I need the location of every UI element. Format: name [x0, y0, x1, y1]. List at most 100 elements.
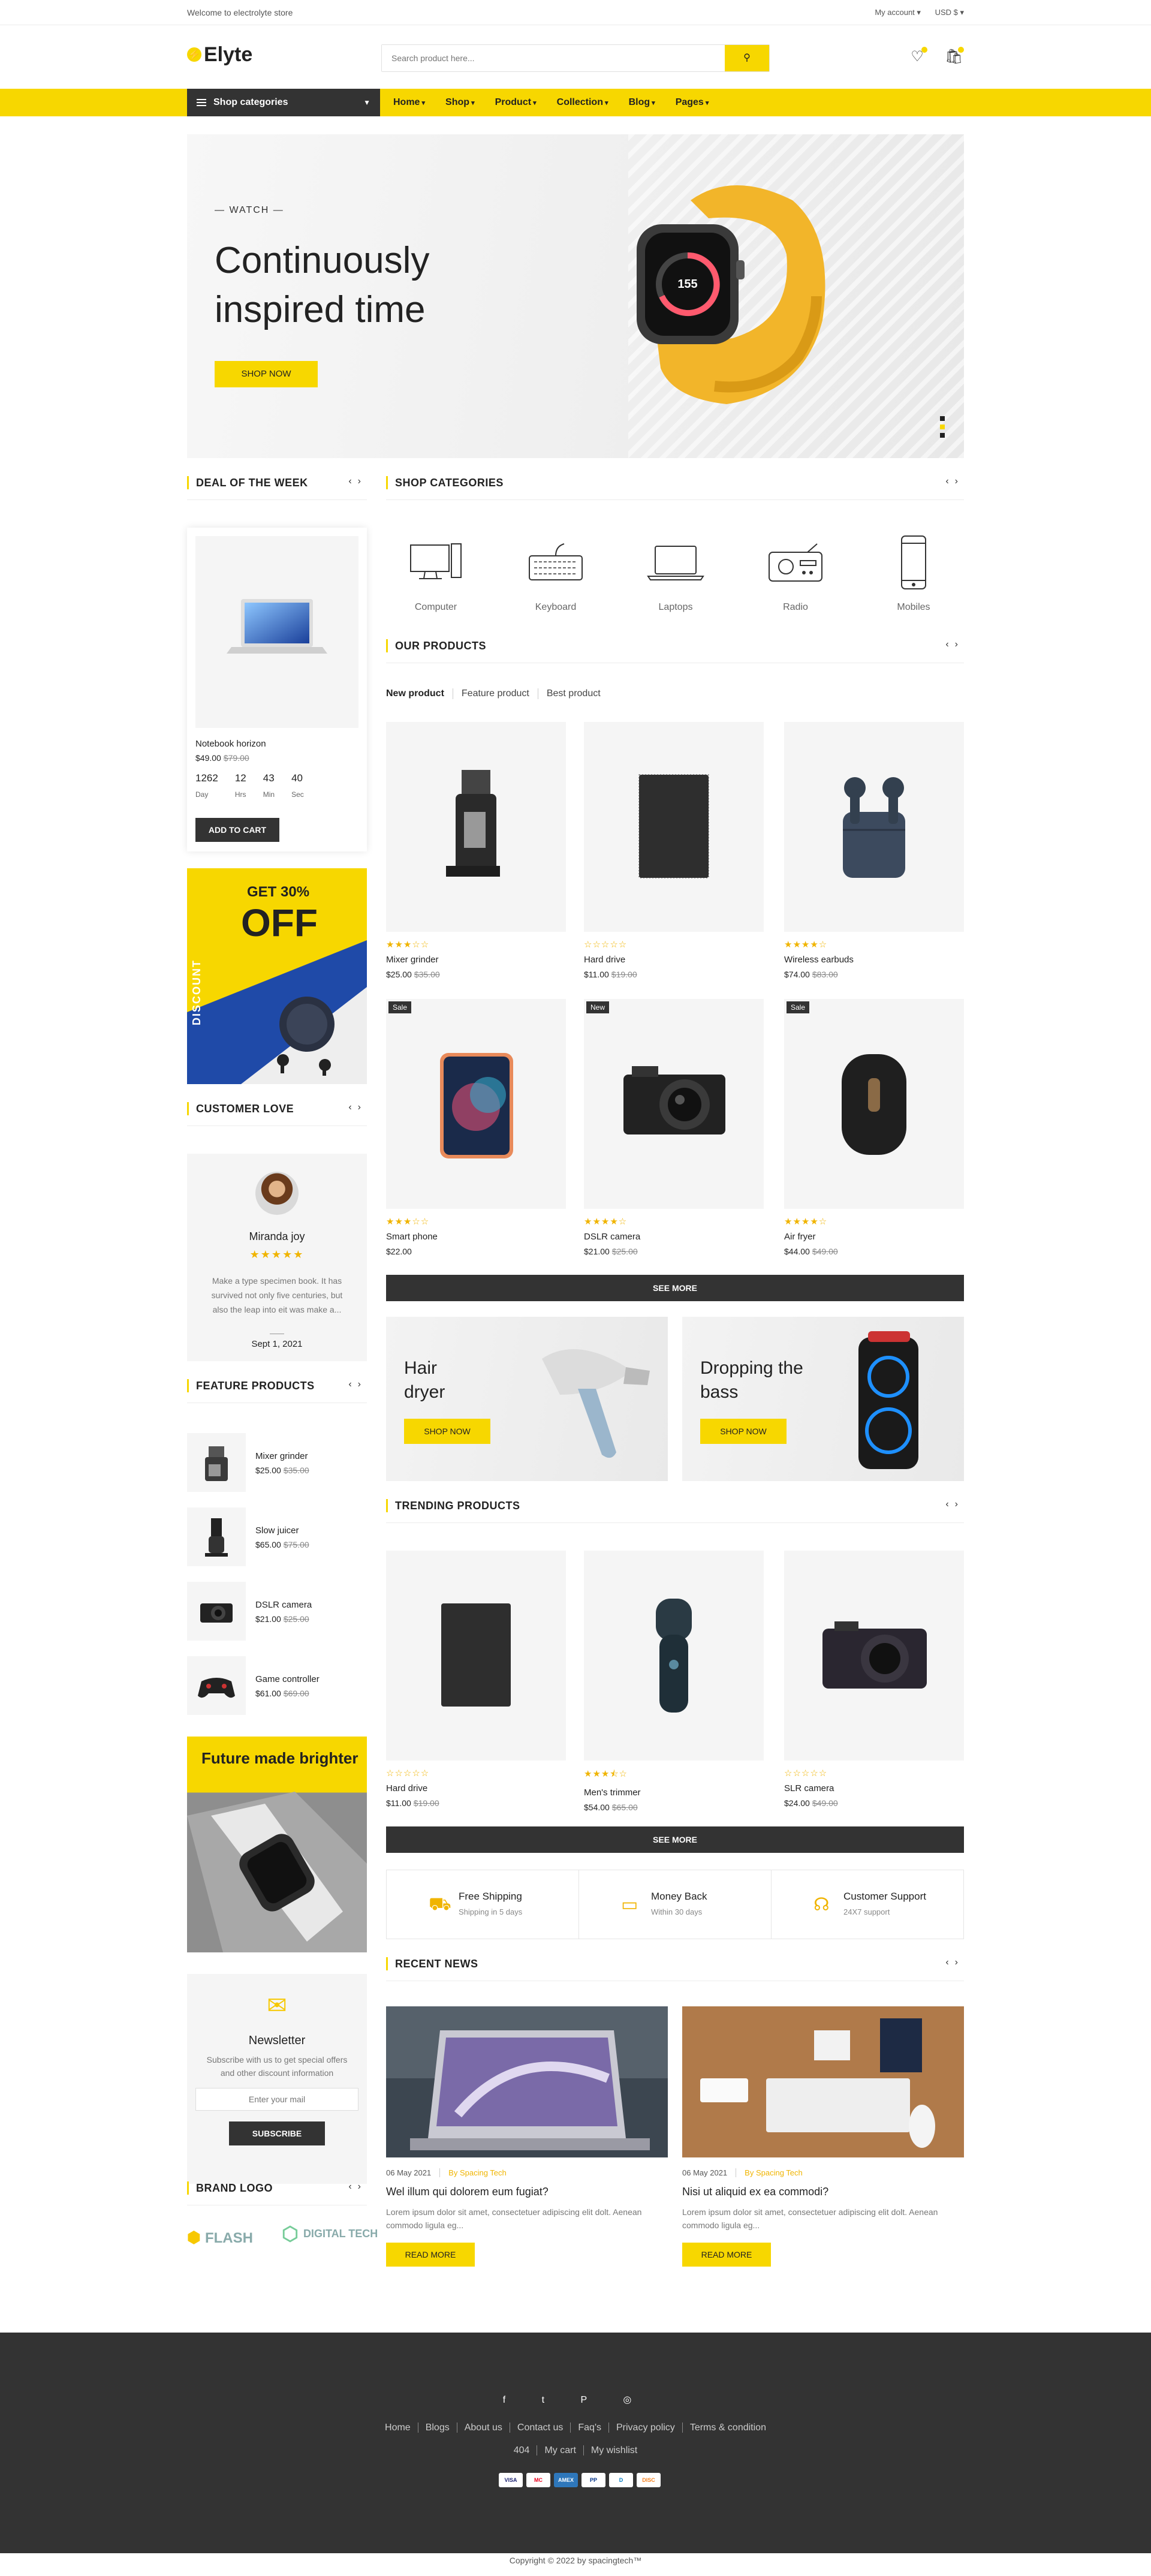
- promo-shop-now-button[interactable]: SHOP NOW: [404, 1419, 490, 1444]
- search-input[interactable]: [382, 45, 718, 71]
- nav-shop[interactable]: Shop: [445, 89, 475, 116]
- nav-home[interactable]: Home: [393, 89, 425, 116]
- product-name[interactable]: DSLR camera: [584, 1232, 764, 1242]
- product-name[interactable]: Mixer grinder: [386, 955, 566, 965]
- trending-see-more-button[interactable]: SEE MORE: [386, 1826, 964, 1853]
- footer-link-privacy[interactable]: Privacy policy: [608, 2422, 682, 2433]
- future-banner[interactable]: Future made brighter: [187, 1737, 367, 1952]
- news-title[interactable]: Wel illum qui dolorem eum fugiat?: [386, 2186, 668, 2198]
- wishlist-button[interactable]: ♡: [908, 47, 927, 66]
- product-card[interactable]: ★★★☆☆ Mixer grinder $25.00 $35.00: [386, 722, 566, 979]
- products-nav-arrows[interactable]: ‹›: [945, 639, 964, 650]
- product-card[interactable]: New ★★★★☆ DSLR camera $21.00 $25.00: [584, 999, 764, 1256]
- promo-speaker[interactable]: Dropping the bass SHOP NOW: [682, 1317, 964, 1481]
- account-dropdown[interactable]: My account ▾: [875, 8, 921, 17]
- product-card[interactable]: ☆☆☆☆☆ Hard drive $11.00 $19.00: [584, 722, 764, 979]
- product-image[interactable]: [584, 1551, 764, 1761]
- product-card[interactable]: Sale ★★★★☆ Air fryer $44.00 $49.00: [784, 999, 964, 1256]
- product-name[interactable]: Hard drive: [386, 1783, 566, 1793]
- slider-dots[interactable]: [940, 416, 945, 441]
- facebook-icon[interactable]: f: [503, 2395, 522, 2405]
- nav-collection[interactable]: Collection: [557, 89, 608, 116]
- product-name[interactable]: Wireless earbuds: [784, 955, 964, 965]
- subscribe-button[interactable]: SUBSCRIBE: [229, 2121, 325, 2145]
- news-nav-arrows[interactable]: ‹›: [945, 1957, 964, 1968]
- news-title[interactable]: Nisi ut aliquid ex ea commodi?: [682, 2186, 964, 2198]
- promo-shop-now-button[interactable]: SHOP NOW: [700, 1419, 787, 1444]
- nav-blog[interactable]: Blog: [629, 89, 655, 116]
- chevron-right-icon[interactable]: ›: [955, 1957, 964, 1967]
- chevron-right-icon[interactable]: ›: [358, 1102, 367, 1112]
- deal-product-name[interactable]: Notebook horizon: [195, 739, 266, 749]
- chevron-left-icon[interactable]: ‹: [945, 639, 954, 649]
- nav-product[interactable]: Product: [495, 89, 537, 116]
- tab-best-product[interactable]: Best product: [537, 688, 609, 699]
- product-card[interactable]: Sale ★★★☆☆ Smart phone $22.00: [386, 999, 566, 1256]
- brand-digital-tech[interactable]: ⬡ DIGITAL TECH: [282, 2224, 378, 2243]
- chevron-left-icon[interactable]: ‹: [348, 1102, 357, 1112]
- trending-card[interactable]: ☆☆☆☆☆ SLR camera $24.00 $49.00: [784, 1551, 964, 1808]
- product-image[interactable]: [386, 722, 566, 932]
- category-laptops[interactable]: Laptops: [616, 534, 736, 613]
- footer-link-cart[interactable]: My cart: [537, 2445, 583, 2455]
- chevron-left-icon[interactable]: ‹: [348, 1379, 357, 1389]
- product-name[interactable]: Hard drive: [584, 955, 764, 965]
- deal-product-image[interactable]: [195, 536, 358, 728]
- chevron-left-icon[interactable]: ‹: [945, 476, 954, 486]
- chevron-left-icon[interactable]: ‹: [945, 1957, 954, 1967]
- chevron-right-icon[interactable]: ›: [358, 476, 367, 486]
- feature-item[interactable]: DSLR camera $21.00 $25.00: [187, 1582, 367, 1642]
- tab-new-product[interactable]: New product: [386, 688, 453, 699]
- site-logo[interactable]: ⚡ Elyte: [187, 43, 252, 67]
- shop-categories-button[interactable]: Shop categories ▼: [187, 89, 380, 116]
- brand-nav-arrows[interactable]: ‹›: [348, 2181, 367, 2192]
- add-to-cart-button[interactable]: ADD TO CART: [195, 818, 279, 842]
- nav-pages[interactable]: Pages: [676, 89, 709, 116]
- trending-card[interactable]: ★★★⯪☆ Men's trimmer $54.00 $65.00: [584, 1551, 764, 1812]
- product-image[interactable]: [784, 722, 964, 932]
- category-keyboard[interactable]: Keyboard: [496, 534, 616, 613]
- product-image[interactable]: New: [584, 999, 764, 1209]
- deal-nav-arrows[interactable]: ‹›: [348, 476, 367, 487]
- chevron-right-icon[interactable]: ›: [358, 1379, 367, 1389]
- feature-nav-arrows[interactable]: ‹›: [348, 1379, 367, 1390]
- footer-link-faq[interactable]: Faq's: [570, 2422, 608, 2433]
- product-name[interactable]: Air fryer: [784, 1232, 964, 1242]
- footer-link-blogs[interactable]: Blogs: [417, 2422, 457, 2433]
- footer-link-404[interactable]: 404: [507, 2445, 537, 2455]
- instagram-icon[interactable]: ◎: [623, 2395, 648, 2405]
- footer-link-wishlist[interactable]: My wishlist: [583, 2445, 645, 2455]
- customer-nav-arrows[interactable]: ‹›: [348, 1102, 367, 1113]
- chevron-left-icon[interactable]: ‹: [348, 2181, 357, 2192]
- chevron-right-icon[interactable]: ›: [955, 1499, 964, 1509]
- chevron-left-icon[interactable]: ‹: [348, 476, 357, 486]
- see-more-button[interactable]: SEE MORE: [386, 1275, 964, 1301]
- feature-item[interactable]: Game controller $61.00 $69.00: [187, 1656, 367, 1716]
- pinterest-icon[interactable]: P: [581, 2395, 604, 2405]
- chevron-right-icon[interactable]: ›: [955, 476, 964, 486]
- news-image[interactable]: [682, 2006, 964, 2157]
- tab-feature-product[interactable]: Feature product: [452, 688, 538, 699]
- chevron-right-icon[interactable]: ›: [358, 2181, 367, 2192]
- trending-card[interactable]: ☆☆☆☆☆ Hard drive $11.00 $19.00: [386, 1551, 566, 1808]
- feature-item[interactable]: Mixer grinder $25.00 $35.00: [187, 1433, 367, 1493]
- read-more-button[interactable]: READ MORE: [682, 2243, 771, 2267]
- product-image[interactable]: Sale: [784, 999, 964, 1209]
- news-image[interactable]: [386, 2006, 668, 2157]
- read-more-button[interactable]: READ MORE: [386, 2243, 475, 2267]
- hero-shop-now-button[interactable]: SHOP NOW: [215, 361, 318, 387]
- product-name[interactable]: Men's trimmer: [584, 1787, 764, 1798]
- footer-link-home[interactable]: Home: [378, 2422, 418, 2433]
- footer-link-terms[interactable]: Terms & condition: [682, 2422, 773, 2433]
- product-image[interactable]: [386, 1551, 566, 1761]
- chevron-left-icon[interactable]: ‹: [945, 1499, 954, 1509]
- feature-item[interactable]: Slow juicer $65.00 $75.00: [187, 1507, 367, 1567]
- footer-link-contact[interactable]: Contact us: [509, 2422, 571, 2433]
- newsletter-email-input[interactable]: [195, 2088, 358, 2111]
- brand-flash[interactable]: ⬢ FLASH: [187, 2228, 253, 2247]
- footer-link-about[interactable]: About us: [456, 2422, 510, 2433]
- category-radio[interactable]: Radio: [736, 534, 855, 613]
- product-name[interactable]: Smart phone: [386, 1232, 566, 1242]
- product-name[interactable]: SLR camera: [784, 1783, 964, 1793]
- currency-dropdown[interactable]: USD $ ▾: [935, 8, 964, 17]
